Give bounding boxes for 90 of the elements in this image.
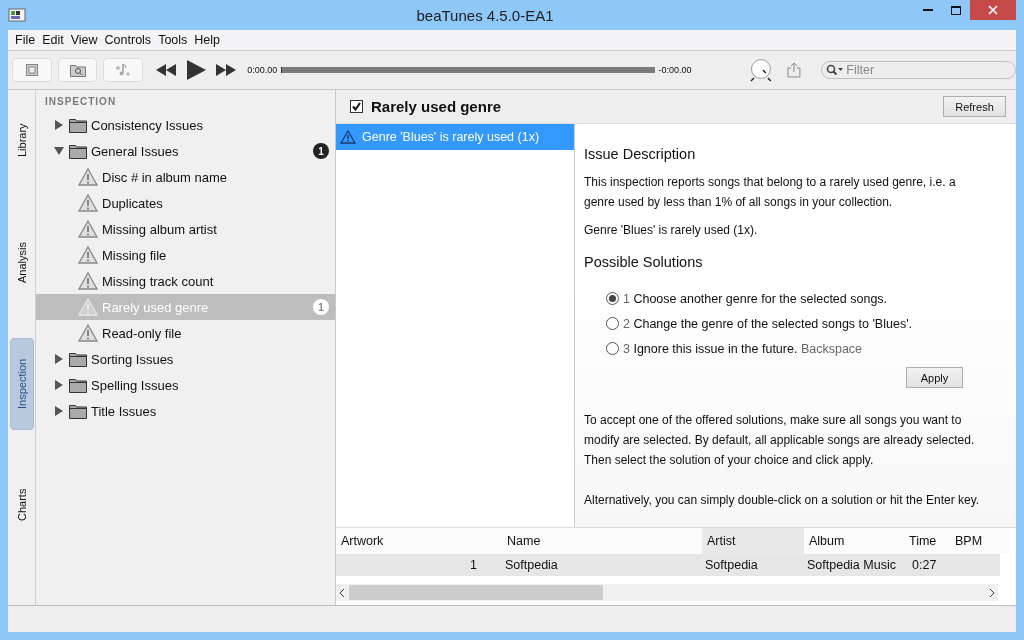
- tree-item[interactable]: General Issues 1: [36, 138, 335, 164]
- expand-triangle-icon[interactable]: [54, 406, 64, 416]
- radio-button[interactable]: [606, 342, 619, 355]
- column-header[interactable]: Artwork: [336, 528, 502, 554]
- folder-icon: [69, 351, 87, 367]
- warning-icon: [78, 168, 98, 186]
- tree-item[interactable]: Rarely used genre 1: [36, 294, 335, 320]
- expand-triangle-icon[interactable]: [54, 354, 64, 364]
- music-note-add-icon: [115, 62, 132, 78]
- tree-item[interactable]: Read-only file: [36, 320, 335, 346]
- search-icon: [826, 64, 845, 76]
- menu-item[interactable]: Edit: [39, 33, 67, 47]
- menu-item[interactable]: Help: [191, 33, 224, 47]
- table-cell-text: Softpedia: [704, 558, 759, 572]
- tree-item[interactable]: Missing track count: [36, 268, 335, 294]
- maximize-icon: [951, 5, 961, 15]
- remaining-time: -0:00.00: [658, 65, 692, 75]
- play-button[interactable]: [185, 59, 208, 81]
- tree-item[interactable]: Spelling Issues: [36, 372, 335, 398]
- warning-icon: [78, 272, 98, 290]
- side-tab[interactable]: Library: [10, 120, 33, 160]
- column-header[interactable]: Album: [804, 528, 904, 554]
- column-header[interactable]: Time: [904, 528, 950, 554]
- tree-item[interactable]: Missing file: [36, 242, 335, 268]
- folder-icon: [69, 377, 87, 393]
- tree-item[interactable]: Sorting Issues: [36, 346, 335, 372]
- tree-item[interactable]: Duplicates: [36, 190, 335, 216]
- apply-button[interactable]: Apply: [906, 367, 963, 388]
- app-icon: [8, 7, 26, 23]
- table-cell-text: Softpedia: [504, 558, 559, 572]
- solution-label[interactable]: 3 Ignore this issue in the future. Backspace: [623, 338, 863, 359]
- scroll-right-icon: [989, 587, 995, 598]
- warning-icon: [78, 246, 98, 264]
- table-cell-text: 0:27: [911, 558, 938, 572]
- rewind-button[interactable]: [155, 63, 178, 77]
- count-badge: 1: [313, 299, 329, 315]
- tree-item[interactable]: Disc # in album name: [36, 164, 335, 190]
- refresh-button[interactable]: Refresh: [943, 96, 1006, 117]
- minimize-icon: [923, 9, 933, 11]
- warning-icon: [78, 194, 98, 212]
- folder-icon: [69, 117, 87, 133]
- warning-icon: [78, 220, 98, 238]
- inspection-title: Rarely used genre: [371, 98, 502, 115]
- fast-forward-button[interactable]: [215, 63, 238, 77]
- elapsed-time: 0:00.00: [247, 65, 278, 75]
- side-tab[interactable]: Charts: [10, 470, 33, 540]
- radio-button[interactable]: [606, 292, 619, 305]
- side-tab[interactable]: Analysis: [10, 223, 33, 303]
- warning-icon: [78, 324, 98, 342]
- close-icon: [988, 5, 998, 15]
- section-heading: Possible Solutions: [584, 253, 704, 272]
- section-heading: Issue Description: [584, 145, 697, 164]
- column-header[interactable]: BPM: [950, 528, 1010, 554]
- share-icon[interactable]: [787, 62, 802, 78]
- folder-icon: [69, 143, 87, 159]
- folder-search-button[interactable]: [57, 58, 98, 82]
- browser-button[interactable]: [12, 58, 52, 82]
- tree-item[interactable]: Missing album artist: [36, 216, 335, 242]
- section-heading: INSPECTION: [44, 96, 118, 109]
- table-cell-text: Softpedia Music: [806, 558, 897, 572]
- column-header[interactable]: Artist: [702, 528, 804, 554]
- window-icon: [25, 64, 38, 76]
- menu-item[interactable]: File: [12, 33, 39, 47]
- window-title: beaTunes 4.5.0-EA1: [415, 6, 554, 24]
- count-badge: 1: [313, 143, 329, 159]
- solution-label[interactable]: 2 Change the genre of the selected songs to 'Blues'.: [623, 313, 912, 334]
- expand-triangle-icon[interactable]: [54, 120, 64, 130]
- tree-item[interactable]: Title Issues: [36, 398, 335, 424]
- detail-text: Genre 'Blues' is rarely used (1x).: [584, 222, 759, 239]
- column-header[interactable]: Name: [502, 528, 702, 554]
- scroll-left-icon: [339, 587, 345, 598]
- menu-item[interactable]: View: [67, 33, 101, 47]
- help-text: To accept one of the offered solutions, make sure all songs you want to modify are selected. By default, all applicable songs are already selected. Then select the solution of your choice and click apply.: [584, 412, 976, 469]
- menu-item[interactable]: Tools: [155, 33, 191, 47]
- folder-icon: [69, 403, 87, 419]
- side-tab[interactable]: Inspection: [9, 338, 34, 430]
- menu-item[interactable]: Controls: [101, 33, 155, 47]
- folder-search-icon: [69, 63, 86, 77]
- horizontal-scrollbar[interactable]: [336, 584, 998, 601]
- collapse-triangle-icon[interactable]: [54, 146, 64, 156]
- table-cell-text: 1: [469, 558, 478, 572]
- warning-icon: [340, 130, 356, 144]
- description-text: This inspection reports songs that belong to a rarely used genre, i.e. a genre used by less than 1% of all songs in your collection.: [584, 174, 957, 211]
- checkbox[interactable]: [350, 100, 363, 113]
- warning-icon: [78, 298, 98, 316]
- solution-label[interactable]: 1 Choose another genre for the selected songs.: [623, 288, 888, 309]
- help-text: Alternatively, you can simply double-click on a solution or hit the Enter key.: [584, 492, 981, 509]
- tree-item[interactable]: Consistency Issues: [36, 112, 335, 138]
- expand-triangle-icon[interactable]: [54, 380, 64, 390]
- radio-button[interactable]: [606, 317, 619, 330]
